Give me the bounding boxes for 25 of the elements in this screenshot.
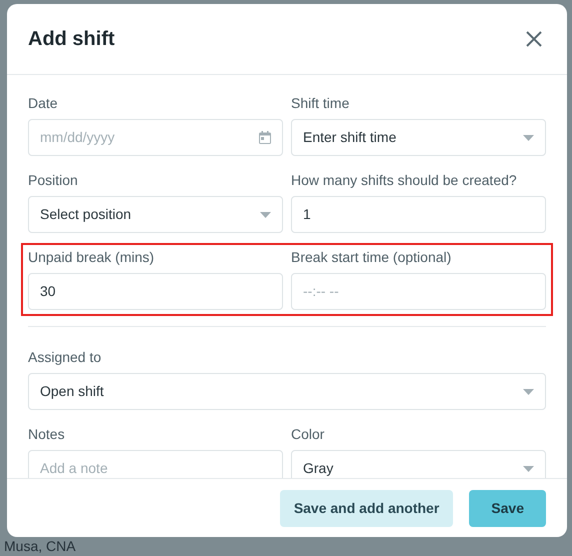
- input-field[interactable]: 1: [291, 196, 546, 233]
- select-field[interactable]: Select position: [28, 196, 283, 233]
- field-label: Date: [28, 95, 59, 111]
- caret-icon: [523, 388, 534, 394]
- background-text: Musa, CNA: [4, 538, 76, 554]
- field-label: Break start time (optional): [291, 249, 452, 265]
- save-and-add-button[interactable]: Save and add another: [280, 490, 454, 526]
- field-label: Unpaid break (mins): [28, 249, 156, 265]
- save-button[interactable]: Save: [469, 490, 546, 526]
- field-label: Shift time: [291, 95, 350, 111]
- close-icon[interactable]: [526, 31, 542, 47]
- caret-icon: [260, 212, 271, 218]
- field-label: Color: [291, 426, 326, 442]
- select-field[interactable]: Open shift: [28, 373, 546, 410]
- caret-icon: [523, 466, 534, 472]
- field-label: Position: [28, 172, 79, 188]
- field-label: How many shifts should be created?: [291, 172, 518, 188]
- dialog-title: Add shift: [28, 27, 115, 52]
- calendar-icon: [259, 131, 271, 144]
- caret-icon: [523, 134, 534, 140]
- select-field[interactable]: Enter shift time: [291, 119, 546, 156]
- input-field[interactable]: 30: [28, 273, 283, 310]
- field-label: Notes: [28, 426, 66, 442]
- select-field[interactable]: Gray: [291, 450, 546, 478]
- field-label: Assigned to: [28, 349, 102, 365]
